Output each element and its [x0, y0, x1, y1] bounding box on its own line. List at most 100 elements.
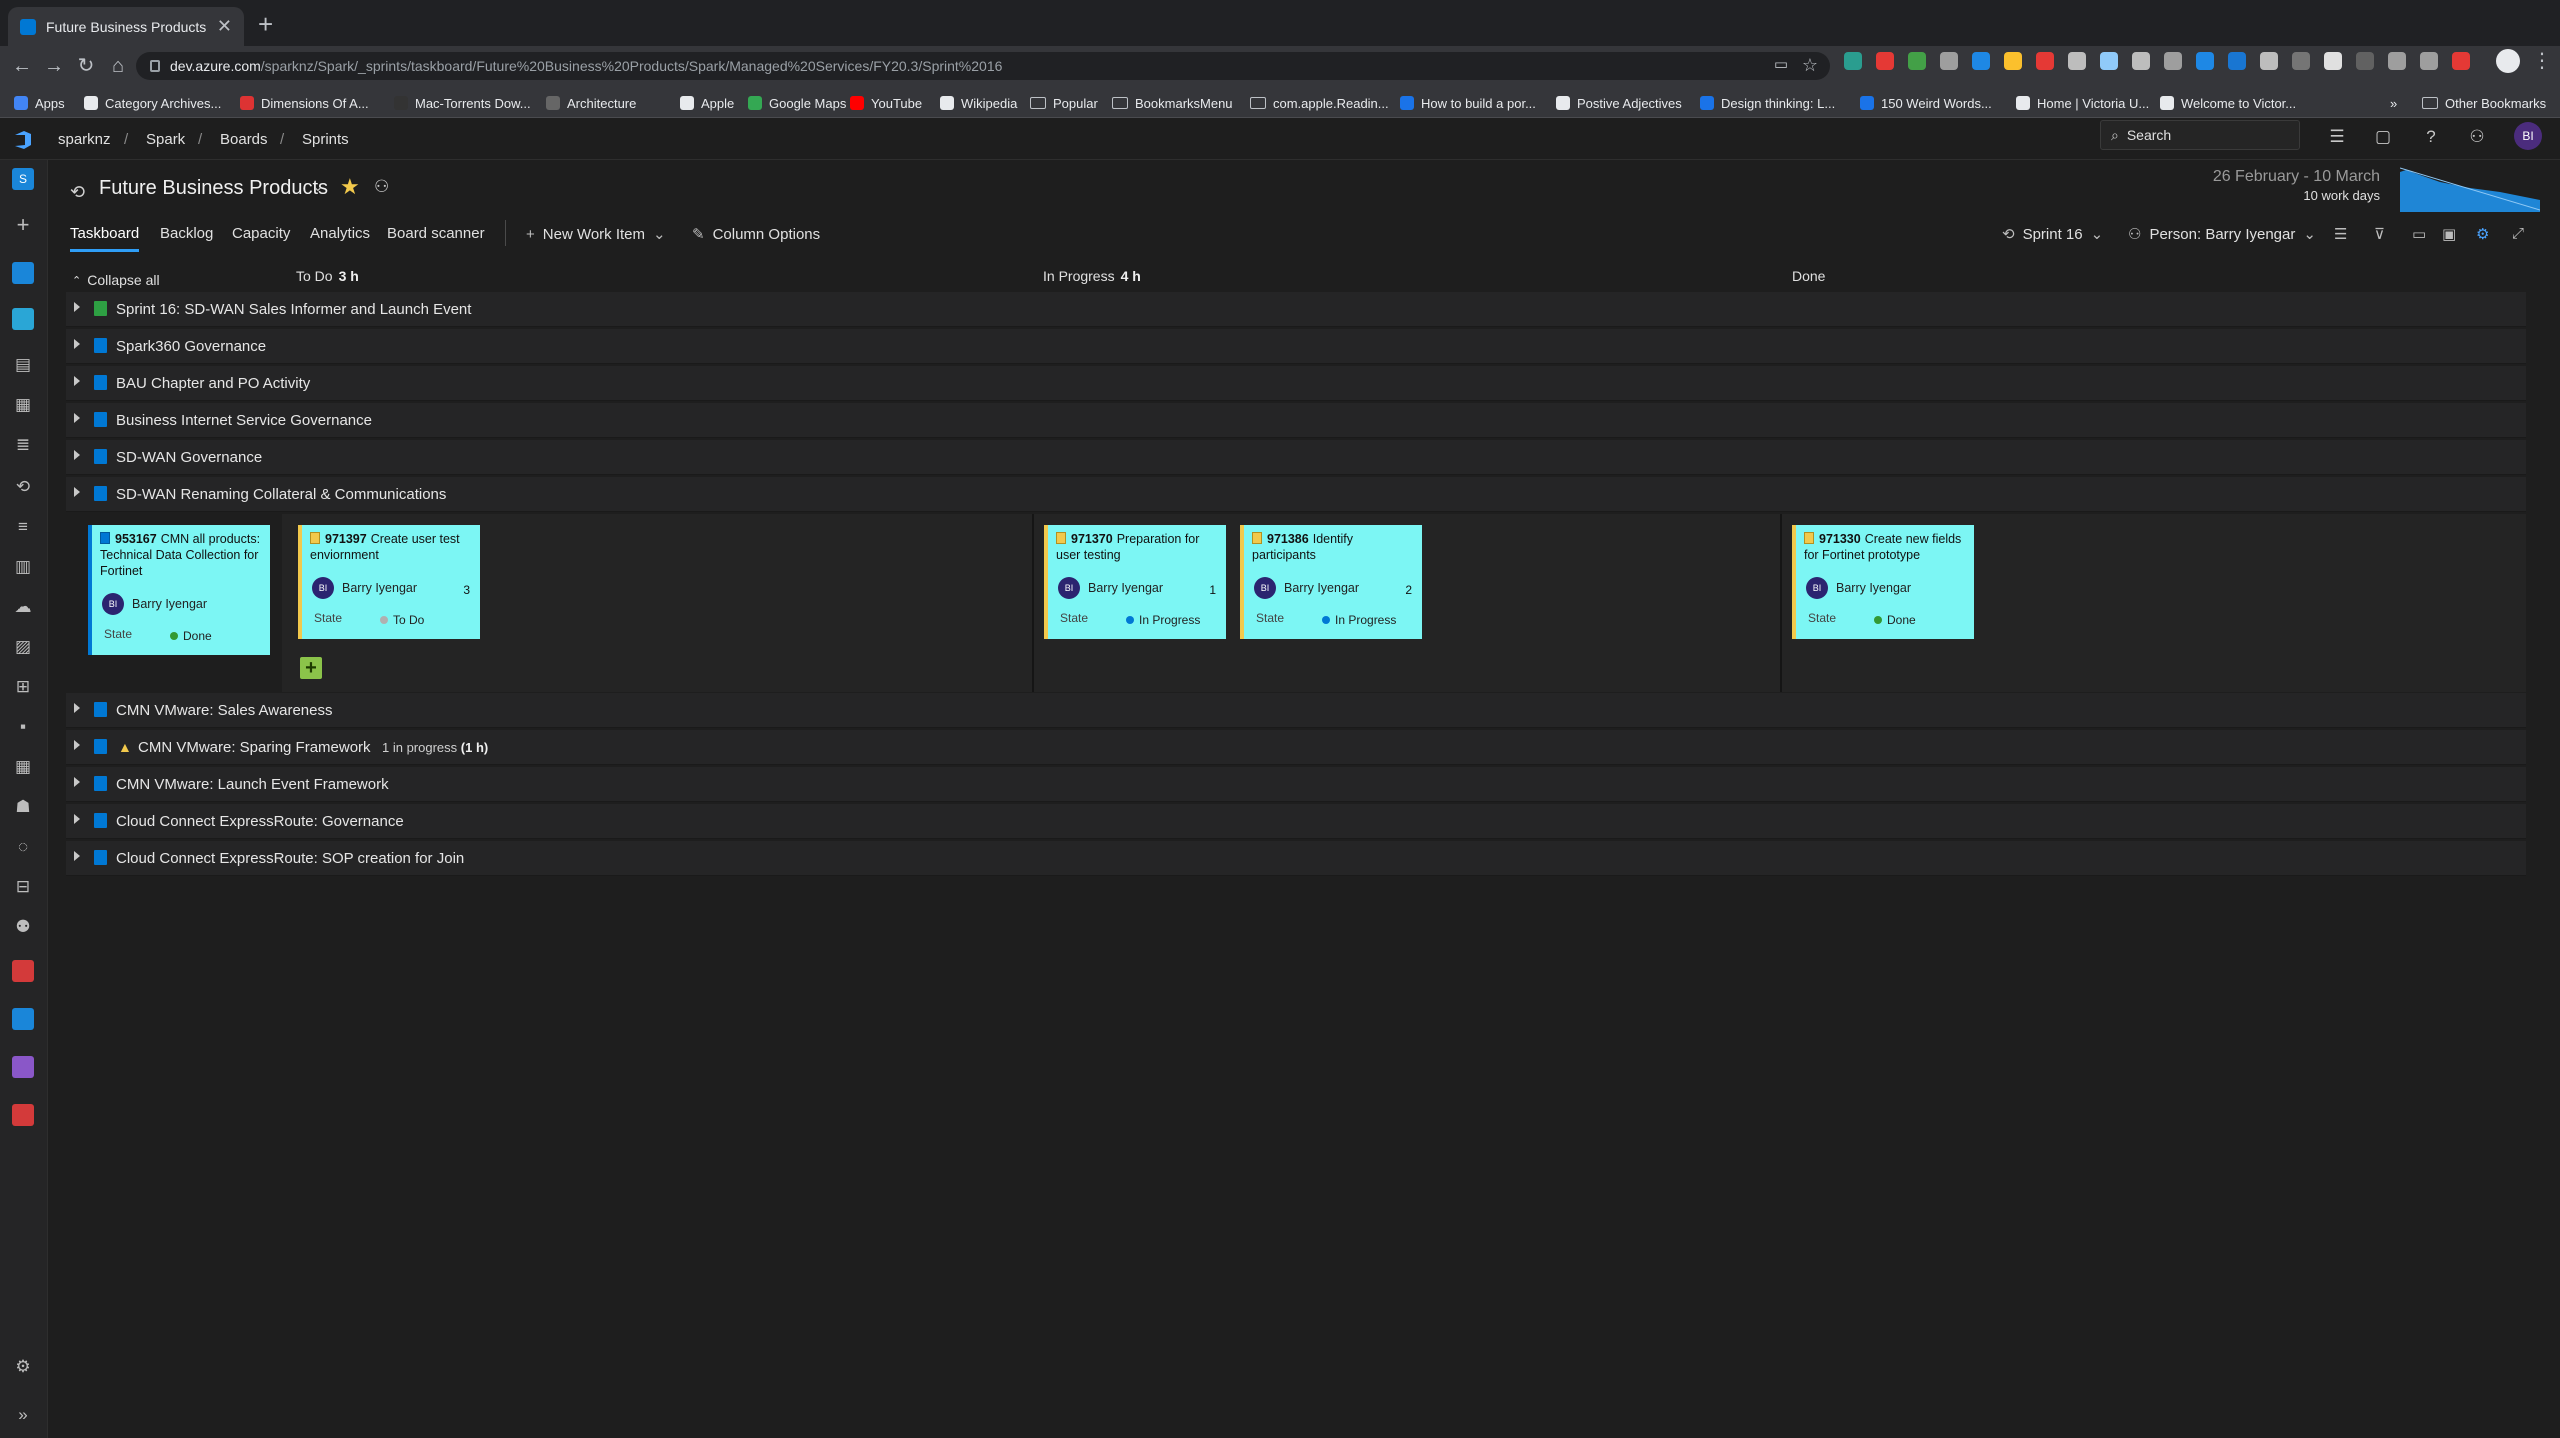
project-settings-icon[interactable]: ⚙	[12, 1356, 34, 1378]
sprints-icon[interactable]: ⟲	[12, 476, 34, 498]
add-task-button[interactable]: +	[300, 657, 322, 679]
bookmark-item[interactable]: Category Archives...	[84, 94, 221, 112]
bookmark-star-icon[interactable]: ☆	[1802, 55, 1818, 76]
tab-capacity[interactable]: Capacity	[232, 225, 290, 242]
state-value[interactable]: In Progress	[1322, 613, 1396, 627]
other-bookmarks[interactable]: Other Bookmarks	[2422, 94, 2546, 112]
expand-row-icon[interactable]	[74, 376, 80, 386]
user-avatar[interactable]: BI	[2514, 122, 2542, 150]
state-value[interactable]: In Progress	[1126, 613, 1200, 627]
queries-icon[interactable]: ≡	[12, 516, 34, 538]
bookmark-item[interactable]: Welcome to Victor...	[2160, 94, 2296, 112]
forward-icon[interactable]: →	[40, 52, 68, 80]
team-members-icon[interactable]: ⚇	[374, 177, 389, 197]
profile-avatar[interactable]	[2496, 49, 2520, 73]
board-row[interactable]: Business Internet Service Governance	[66, 403, 2526, 438]
favorite-star-icon[interactable]: ★	[340, 174, 360, 200]
overview-icon[interactable]	[12, 262, 34, 284]
view-options-icon[interactable]: ☰	[2334, 225, 2347, 243]
delivery-plans-icon[interactable]: ▥	[12, 556, 34, 578]
browser-extension-icon[interactable]	[2228, 52, 2246, 70]
bookmark-item[interactable]: Postive Adjectives	[1556, 94, 1682, 112]
card-title[interactable]: 971397 Create user test enviornment	[310, 531, 472, 563]
bookmark-item[interactable]: Apps	[14, 94, 65, 112]
test-plans-icon[interactable]	[12, 1056, 34, 1078]
bookmark-item[interactable]: Home | Victoria U...	[2016, 94, 2149, 112]
breadcrumb-org[interactable]: sparknz	[58, 131, 111, 148]
work-items-icon[interactable]: ▤	[12, 354, 34, 376]
browser-extension-icon[interactable]	[2452, 52, 2470, 70]
card-title[interactable]: 971330 Create new fields for Fortinet pro…	[1804, 531, 1966, 563]
browser-extension-icon[interactable]	[1940, 52, 1958, 70]
chevron-down-icon[interactable]: ⌄	[312, 178, 324, 195]
add-icon[interactable]: +	[12, 214, 34, 236]
help-icon[interactable]: ?	[2420, 126, 2442, 148]
browser-extension-icon[interactable]	[1908, 52, 1926, 70]
expand-row-icon[interactable]	[74, 777, 80, 787]
expand-row-icon[interactable]	[74, 814, 80, 824]
home-icon[interactable]: ⌂	[104, 52, 132, 80]
row-title[interactable]: Cloud Connect ExpressRoute: Governance	[116, 813, 404, 830]
collapse-view-icon[interactable]: ▭	[2412, 225, 2426, 243]
bookmark-item[interactable]: Wikipedia	[940, 94, 1017, 112]
user-settings-icon[interactable]: ⚇	[2466, 126, 2488, 148]
row-title[interactable]: Spark360 Governance	[116, 338, 266, 355]
row-title[interactable]: SD-WAN Renaming Collateral & Communicati…	[116, 486, 446, 503]
card-title[interactable]: 971386 Identify participants	[1252, 531, 1414, 563]
back-icon[interactable]: ←	[8, 52, 36, 80]
remaining-work[interactable]: 1	[1209, 583, 1216, 597]
browser-extension-icon[interactable]	[1972, 52, 1990, 70]
collapse-all-button[interactable]: ⌃ Collapse all	[72, 272, 160, 288]
board-row[interactable]: BAU Chapter and PO Activity	[66, 366, 2526, 401]
browser-extension-icon[interactable]	[2132, 52, 2150, 70]
tab-analytics[interactable]: Analytics	[310, 225, 370, 242]
backlogs-icon[interactable]: ≣	[12, 434, 34, 456]
boards-icon[interactable]	[12, 308, 34, 330]
sprint-picker[interactable]: ⟲ Sprint 16 ⌄	[2002, 225, 2103, 244]
expand-row-icon[interactable]	[74, 740, 80, 750]
row-title[interactable]: Business Internet Service Governance	[116, 412, 372, 429]
card-assignee[interactable]: BI Barry Iyengar	[1254, 577, 1359, 599]
tab-backlog[interactable]: Backlog	[160, 225, 213, 242]
row-title[interactable]: Cloud Connect ExpressRoute: SOP creation…	[116, 850, 464, 867]
parent-work-item-card[interactable]: 953167 CMN all products: Technical Data C…	[88, 525, 270, 655]
row-title[interactable]: BAU Chapter and PO Activity	[116, 375, 310, 392]
expand-row-icon[interactable]	[74, 450, 80, 460]
cast-icon[interactable]: ▭	[1774, 55, 1788, 73]
browser-extension-icon[interactable]	[2292, 52, 2310, 70]
browser-extension-icon[interactable]	[2324, 52, 2342, 70]
filter-icon[interactable]: ⊽	[2374, 225, 2385, 243]
artifacts-icon[interactable]	[12, 1104, 34, 1126]
bookmark-item[interactable]: Popular	[1030, 94, 1098, 112]
bookmark-item[interactable]: Google Maps	[748, 94, 846, 112]
browser-extension-icon[interactable]	[2196, 52, 2214, 70]
card-title[interactable]: 971370 Preparation for user testing	[1056, 531, 1218, 563]
board-row[interactable]: CMN VMware: Sales Awareness	[66, 693, 2526, 728]
board-row[interactable]: CMN VMware: Launch Event Framework	[66, 767, 2526, 802]
state-value[interactable]: Done	[1874, 613, 1916, 627]
row-title[interactable]: Sprint 16: SD-WAN Sales Informer and Lau…	[116, 301, 471, 318]
calendar-icon[interactable]: ▦	[12, 756, 34, 778]
browser-extension-icon[interactable]	[2068, 52, 2086, 70]
reload-icon[interactable]: ↻	[72, 52, 100, 80]
tab-board-scanner[interactable]: Board scanner	[387, 225, 485, 242]
browser-extension-icon[interactable]	[2164, 52, 2182, 70]
new-work-item-button[interactable]: + New Work Item ⌄	[526, 225, 666, 244]
bookmark-item[interactable]: YouTube	[850, 94, 922, 112]
settings-gear-icon[interactable]: ⚙	[2476, 225, 2489, 243]
browser-extension-icon[interactable]	[2260, 52, 2278, 70]
browser-extension-icon[interactable]	[2388, 52, 2406, 70]
board-row[interactable]: Cloud Connect ExpressRoute: Governance	[66, 804, 2526, 839]
remaining-work[interactable]: 2	[1405, 583, 1412, 597]
card-title[interactable]: 953167 CMN all products: Technical Data C…	[100, 531, 262, 579]
browser-tab[interactable]: Future Business Products Sprin ✕	[8, 7, 244, 46]
breadcrumb-boards[interactable]: Boards	[220, 131, 268, 148]
board-row[interactable]: ▲ CMN VMware: Sparing Framework 1 in pro…	[66, 730, 2526, 765]
task-card[interactable]: 971386 Identify participants BI Barry Iyen…	[1240, 525, 1422, 639]
project-s-icon[interactable]: S	[12, 168, 34, 190]
remaining-work[interactable]: 3	[463, 583, 470, 597]
bookmark-item[interactable]: BookmarksMenu	[1112, 94, 1233, 112]
card-assignee[interactable]: BI Barry Iyengar	[1806, 577, 1911, 599]
expand-row-icon[interactable]	[74, 413, 80, 423]
expand-row-icon[interactable]	[74, 703, 80, 713]
